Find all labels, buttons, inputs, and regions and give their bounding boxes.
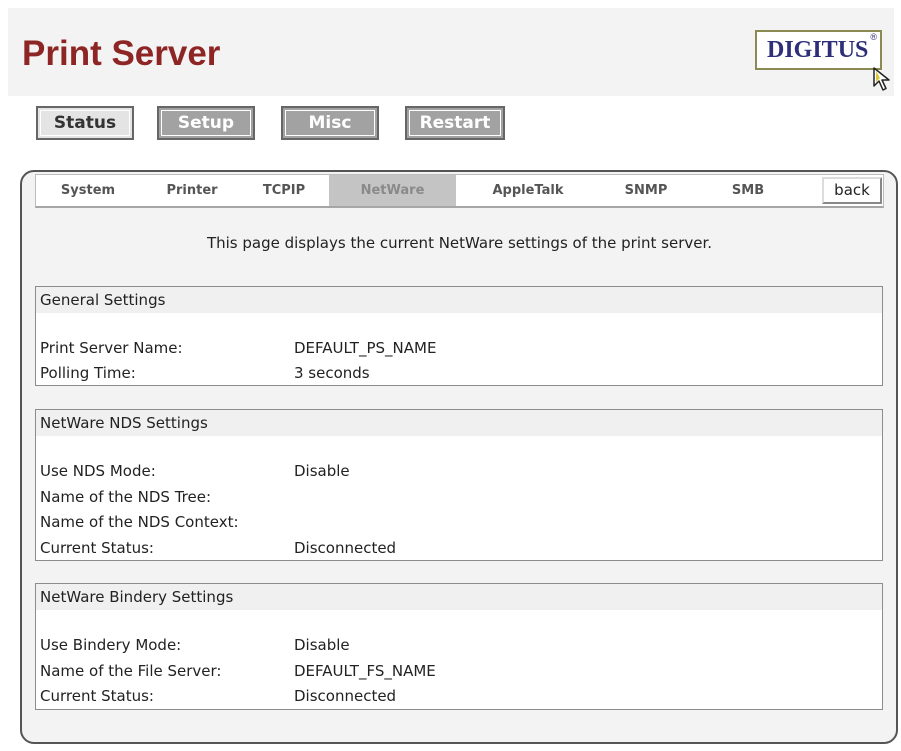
setting-label: Use Bindery Mode:: [40, 636, 182, 654]
setup-button[interactable]: Setup: [157, 106, 255, 140]
setting-label: Current Status:: [40, 687, 154, 705]
tab-tcpip[interactable]: TCPIP: [244, 175, 324, 206]
setting-value: DEFAULT_PS_NAME: [294, 339, 437, 357]
tab-printer[interactable]: Printer: [140, 175, 244, 206]
logo-text: DIGITUS: [767, 36, 869, 63]
setting-label: Use NDS Mode:: [40, 462, 156, 480]
setting-label: Name of the NDS Context:: [40, 513, 239, 531]
setting-value: Disable: [294, 462, 350, 480]
setting-label: Print Server Name:: [40, 339, 183, 357]
section-title: NetWare NDS Settings: [36, 410, 882, 436]
section-title: NetWare Bindery Settings: [36, 584, 882, 610]
cursor-arrow-icon: [873, 67, 890, 91]
bindery-settings-section: NetWare Bindery Settings Use Bindery Mod…: [35, 583, 883, 710]
setting-value: Disable: [294, 636, 350, 654]
section-title: General Settings: [36, 287, 882, 313]
setting-value: DEFAULT_FS_NAME: [294, 662, 436, 680]
setting-label: Polling Time:: [40, 364, 136, 382]
setting-value: Disconnected: [294, 687, 397, 705]
nds-settings-section: NetWare NDS Settings Use NDS Mode: Disab…: [35, 409, 883, 561]
tab-smb[interactable]: SMB: [706, 175, 790, 206]
setting-label: Current Status:: [40, 539, 154, 557]
page-title: Print Server: [22, 34, 221, 73]
page-header: Print Server DIGITUS ®: [8, 8, 894, 96]
general-settings-section: General Settings Print Server Name: DEFA…: [35, 286, 883, 386]
status-tab-bar: System Printer TCPIP NetWare AppleTalk S…: [35, 174, 884, 208]
restart-button[interactable]: Restart: [405, 106, 505, 140]
tab-netware[interactable]: NetWare: [329, 175, 456, 206]
digitus-logo: DIGITUS ®: [755, 30, 890, 91]
tab-snmp[interactable]: SNMP: [600, 175, 692, 206]
registered-mark: ®: [870, 32, 877, 42]
misc-button[interactable]: Misc: [281, 106, 379, 140]
setting-label: Name of the NDS Tree:: [40, 488, 211, 506]
setting-value: 3 seconds: [294, 364, 370, 382]
setting-value: Disconnected: [294, 539, 397, 557]
setting-label: Name of the File Server:: [40, 662, 222, 680]
tab-system[interactable]: System: [36, 175, 140, 206]
back-button[interactable]: back: [822, 177, 882, 204]
page-description: This page displays the current NetWare s…: [206, 234, 713, 252]
tab-appletalk[interactable]: AppleTalk: [466, 175, 590, 206]
status-button[interactable]: Status: [36, 106, 134, 140]
